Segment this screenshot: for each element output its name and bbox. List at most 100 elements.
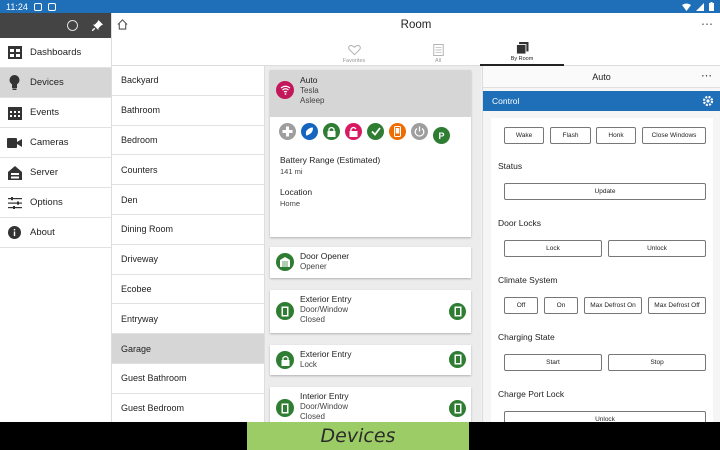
more-menu-icon[interactable]: ⋯ <box>701 17 714 31</box>
device-card-interior-entry[interactable]: Interior Entry Door/Window Closed <box>270 387 471 422</box>
fan-icon[interactable] <box>301 123 318 140</box>
status-time: 11:24 <box>6 1 28 12</box>
calendar-icon <box>7 105 22 120</box>
room-item-guest-bathroom[interactable]: Guest Bathroom <box>112 364 264 394</box>
device-type: Door/Window <box>300 304 349 314</box>
action-icon-row: P <box>270 117 471 144</box>
phone-icon[interactable] <box>389 123 406 140</box>
sidebar-item-server[interactable]: Server <box>0 158 111 188</box>
room-item-ecobee[interactable]: Ecobee <box>112 275 264 305</box>
close-windows-button[interactable]: Close Windows <box>642 127 706 144</box>
pin-icon[interactable] <box>92 20 103 31</box>
garage-door-icon <box>276 253 294 271</box>
location-label: Location <box>280 187 313 197</box>
app-window: Dashboards Devices Events Cameras Server… <box>0 13 720 422</box>
lock-button[interactable]: Lock <box>504 240 602 257</box>
list-icon <box>432 44 444 56</box>
room-item-bathroom[interactable]: Bathroom <box>112 96 264 126</box>
climate-off-button[interactable]: Off <box>504 297 538 314</box>
sidebar-item-label: Options <box>30 197 63 208</box>
app-notification-icon <box>47 2 56 11</box>
sidebar-item-events[interactable]: Events <box>0 98 111 128</box>
climate-icon[interactable] <box>279 123 296 140</box>
climate-section-title: Climate System <box>498 275 558 285</box>
status-bar: 11:24 <box>0 0 720 13</box>
device-name: Exterior Entry <box>300 349 352 359</box>
flash-button[interactable]: Flash <box>550 127 591 144</box>
tab-all[interactable]: All <box>396 39 480 66</box>
sidebar-item-options[interactable]: Options <box>0 188 111 218</box>
climate-on-button[interactable]: On <box>544 297 578 314</box>
device-card-auto[interactable]: Auto Tesla Asleep P Battery Range (Estim… <box>270 70 471 237</box>
sidebar-item-label: About <box>30 227 55 238</box>
charging-stop-button[interactable]: Stop <box>608 354 706 371</box>
sidebar-item-cameras[interactable]: Cameras <box>0 128 111 158</box>
charge-port-unlock-button[interactable]: Unlock <box>504 411 706 422</box>
control-body: Wake Flash Honk Close Windows Status Upd… <box>491 118 713 422</box>
device-type: Door/Window <box>300 401 349 411</box>
sidebar-item-label: Cameras <box>30 137 69 148</box>
room-item-garage[interactable]: Garage <box>112 334 264 364</box>
device-card-header: Auto Tesla Asleep <box>270 70 471 117</box>
room-item-dining-room[interactable]: Dining Room <box>112 215 264 245</box>
room-item-den[interactable]: Den <box>112 185 264 215</box>
parking-icon[interactable]: P <box>433 127 450 144</box>
device-name: Auto <box>300 75 318 85</box>
battery-range-value: 141 mi <box>280 167 303 176</box>
sidebar-item-dashboards[interactable]: Dashboards <box>0 38 111 68</box>
update-button[interactable]: Update <box>504 183 706 200</box>
room-item-bedroom[interactable]: Bedroom <box>112 126 264 156</box>
device-state: Closed <box>300 412 325 421</box>
sidebar-item-label: Events <box>30 107 60 118</box>
tab-label: All <box>434 58 442 64</box>
dashboards-icon <box>7 45 22 60</box>
sidebar-item-devices[interactable]: Devices <box>0 68 111 98</box>
max-defrost-on-button[interactable]: Max Defrost On <box>584 297 642 314</box>
panel-header: Auto ⋯ <box>483 66 720 88</box>
honk-button[interactable]: Honk <box>596 127 636 144</box>
view-tabs: Favorites All By Room <box>312 39 564 66</box>
info-icon <box>7 225 22 240</box>
control-bar: Control <box>483 91 720 111</box>
lock-icon[interactable] <box>323 123 340 140</box>
door-locks-section-title: Door Locks <box>498 218 541 228</box>
tab-by-room[interactable]: By Room <box>480 39 564 66</box>
tab-favorites[interactable]: Favorites <box>312 39 396 66</box>
sidebar-item-label: Dashboards <box>30 47 82 58</box>
sliders-icon <box>7 195 22 210</box>
lock-icon <box>276 351 294 369</box>
battery-range-label: Battery Range (Estimated) <box>280 155 381 165</box>
door-closed-icon[interactable] <box>449 400 466 417</box>
room-item-counters[interactable]: Counters <box>112 155 264 186</box>
room-item-guest-bedroom[interactable]: Guest Bedroom <box>112 394 264 422</box>
wake-button[interactable]: Wake <box>504 127 544 144</box>
power-icon[interactable] <box>411 123 428 140</box>
settings-notification-icon <box>33 2 42 11</box>
heart-icon <box>347 45 361 56</box>
door-closed-icon[interactable] <box>449 303 466 320</box>
charging-start-button[interactable]: Start <box>504 354 602 371</box>
tab-label: Favorites <box>342 58 366 64</box>
device-control-panel: Auto ⋯ Control Wake Flash Honk Close Win… <box>482 66 720 422</box>
gear-icon[interactable] <box>702 95 714 107</box>
device-card-exterior-entry-door[interactable]: Exterior Entry Door/Window Closed <box>270 290 471 333</box>
globe-icon[interactable] <box>67 20 78 31</box>
max-defrost-off-button[interactable]: Max Defrost Off <box>648 297 706 314</box>
checkmark-icon[interactable] <box>367 123 384 140</box>
tesla-wifi-icon <box>276 81 294 99</box>
device-list: Auto Tesla Asleep P Battery Range (Estim… <box>265 66 481 422</box>
battery-range-attr: Battery Range (Estimated) 141 mi <box>270 155 471 177</box>
room-item-driveway[interactable]: Driveway <box>112 245 264 275</box>
more-menu-icon[interactable]: ⋯ <box>701 69 712 82</box>
device-name: Exterior Entry <box>300 294 352 304</box>
room-item-backyard[interactable]: Backyard <box>112 66 264 96</box>
door-closed-icon[interactable] <box>449 351 466 368</box>
sidebar-item-about[interactable]: About <box>0 218 111 248</box>
device-card-header: Door Opener Opener <box>270 247 471 276</box>
unlock-button[interactable]: Unlock <box>608 240 706 257</box>
device-card-exterior-entry-lock[interactable]: Exterior Entry Lock <box>270 345 471 375</box>
room-item-entryway[interactable]: Entryway <box>112 304 264 335</box>
stack-icon <box>515 42 528 54</box>
unlock-icon[interactable] <box>345 123 362 140</box>
device-card-door-opener[interactable]: Door Opener Opener <box>270 247 471 278</box>
